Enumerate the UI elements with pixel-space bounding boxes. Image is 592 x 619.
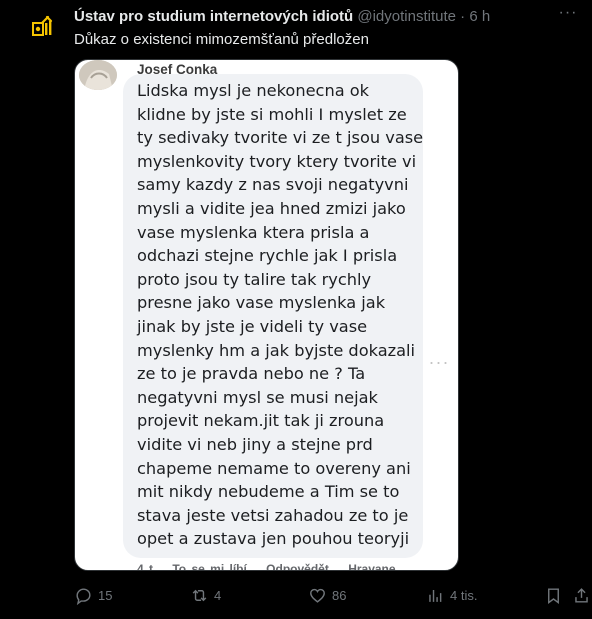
tweet: Ústav pro studium internetových idiotů @… — [0, 0, 592, 619]
author-avatar[interactable] — [22, 6, 62, 46]
tweet-actions-bar: 15 4 86 4 tis. — [74, 584, 592, 606]
bookmark-button[interactable] — [544, 584, 563, 606]
tweet-text: Důkaz o existenci mimozemšťanů předložen — [74, 31, 369, 48]
comment-reply: Odpovědět — [266, 562, 329, 571]
views-chart-icon — [429, 589, 442, 602]
comment-like: To se mi líbí — [172, 562, 247, 571]
comment-age: 4 t — [137, 562, 154, 571]
retweet-count: 4 — [214, 587, 222, 603]
reply-count: 15 — [98, 587, 113, 603]
retweet-button[interactable]: 4 — [190, 584, 221, 606]
institute-logo-icon — [22, 6, 62, 46]
more-options-icon[interactable]: ··· — [558, 5, 578, 26]
share-button[interactable] — [572, 584, 591, 606]
like-count: 86 — [332, 587, 347, 603]
comment-actions: 4 t To se mi líbí Odpovědět Hravane — [137, 562, 410, 571]
comment-text: Lidska mysl je nekonecna ok klidne by js… — [137, 81, 424, 549]
tweet-media-image[interactable]: Josef Conka Lidska mysl je nekonecna ok … — [74, 59, 459, 571]
like-button[interactable]: 86 — [308, 584, 346, 606]
views-button[interactable]: 4 tis. — [426, 584, 477, 606]
bookmark-icon — [548, 587, 559, 604]
comment-more-icon: ··· — [428, 352, 450, 372]
tweet-time[interactable]: 6 h — [469, 8, 490, 25]
comment-hide: Hravane — [348, 562, 396, 571]
commenter-avatar — [79, 60, 117, 90]
author-handle[interactable]: @idyotinstitute — [357, 8, 456, 25]
separator-dot: · — [460, 8, 466, 25]
views-count: 4 tis. — [450, 587, 478, 603]
tweet-header: Ústav pro studium internetových idiotů @… — [74, 8, 552, 26]
reply-icon — [76, 587, 91, 605]
share-icon — [575, 587, 588, 603]
reply-button[interactable]: 15 — [74, 584, 112, 606]
author-name[interactable]: Ústav pro studium internetových idiotů — [74, 8, 353, 25]
profile-photo-icon — [79, 60, 117, 90]
retweet-icon — [192, 589, 207, 601]
heart-icon — [310, 588, 325, 603]
